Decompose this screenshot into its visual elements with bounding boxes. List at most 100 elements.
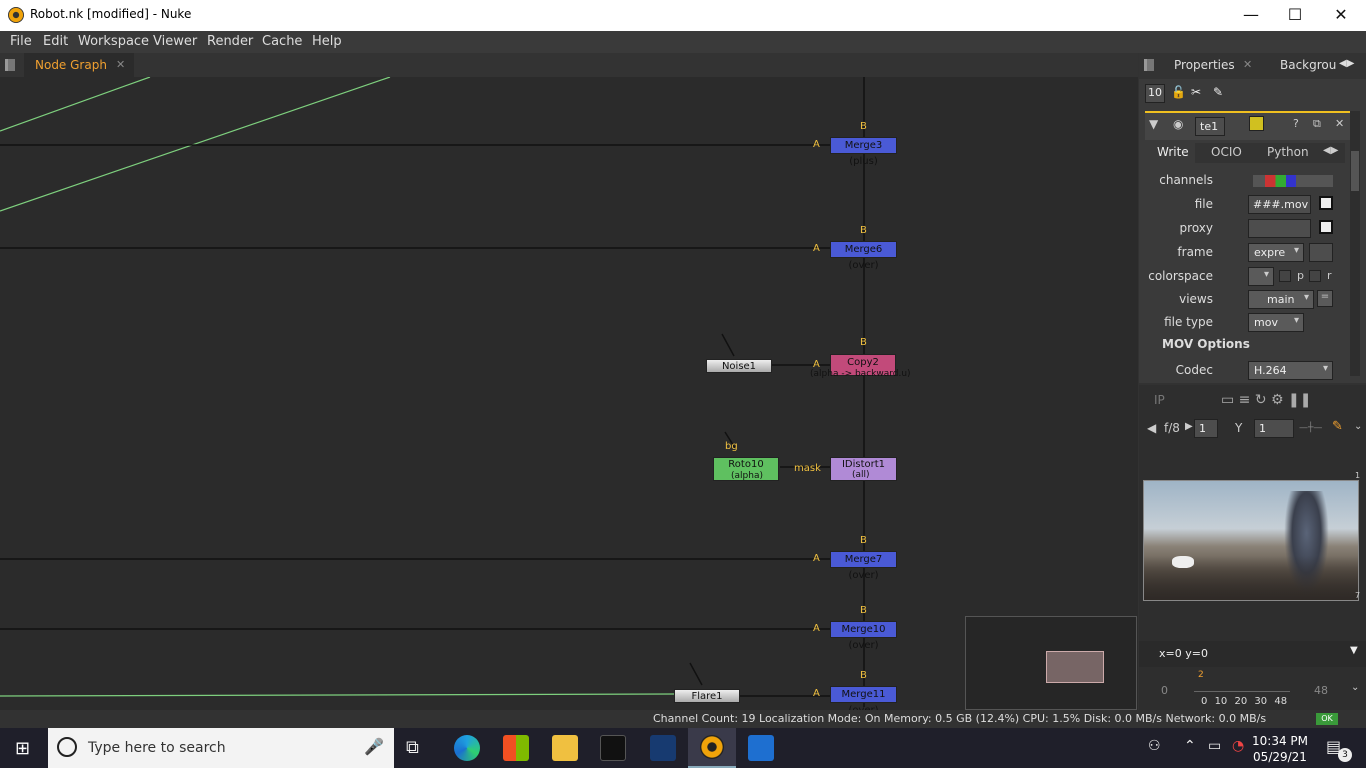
tab-background[interactable]: Backgrou [1280,58,1336,72]
menu-workspace[interactable]: Workspace [78,34,149,49]
colorspace-dropdown[interactable] [1248,267,1274,286]
menu-viewer[interactable]: Viewer [153,34,197,49]
timeline-ruler[interactable]: 2 [1194,670,1290,692]
file-type-dropdown[interactable]: mov [1248,313,1304,332]
menu-cache[interactable]: Cache [262,34,302,49]
tab-scroll-arrows-icon[interactable]: ◀▶ [1339,58,1354,69]
store-icon[interactable] [503,735,529,761]
file-input[interactable]: ###.mov [1248,195,1311,214]
clock-time[interactable]: 10:34 PM [1250,734,1310,748]
tab-write[interactable]: Write [1145,143,1195,163]
tab-properties[interactable]: Properties [1174,58,1235,72]
close-button[interactable]: ✕ [1326,4,1356,26]
collapse-icon[interactable]: ▼ [1149,117,1158,131]
frame-a-field[interactable]: 1 [1194,419,1218,438]
menu-render[interactable]: Render [207,34,253,49]
properties-scrollbar[interactable] [1350,111,1360,376]
tab-close-icon[interactable]: ✕ [1243,58,1252,71]
tab-close-icon[interactable]: ✕ [116,58,125,71]
input-b-label: B [860,121,867,132]
frame-b-field[interactable]: 1 [1254,419,1294,438]
colorspace-r-checkbox[interactable] [1309,270,1321,282]
tray-chevron-icon[interactable]: ⌃ [1184,738,1196,754]
media-app-icon[interactable] [748,735,774,761]
views-split-button[interactable]: = [1317,290,1333,307]
terminal-icon[interactable] [600,735,626,761]
properties-scroll-thumb[interactable] [1351,151,1359,191]
color-picker-icon[interactable]: ✎ [1332,419,1343,434]
viewer-toggle-icon[interactable]: ◉ [1173,117,1183,131]
maximize-button[interactable]: ☐ [1280,4,1310,26]
viewer-more-icon[interactable]: ⌄ [1354,421,1362,432]
help-icon[interactable]: ? [1293,117,1299,130]
input-a-label: A [813,623,820,634]
node-merge10[interactable]: Merge10 (over) [830,621,897,651]
subtab-scroll-icon[interactable]: ◀▶ [1323,145,1338,156]
node-merge11[interactable]: Merge11 (over) [830,686,897,710]
timeline-start[interactable]: 0 [1161,684,1168,697]
frame-input[interactable] [1309,243,1333,262]
fstop-label[interactable]: f/8 [1164,421,1180,435]
network-icon[interactable]: ◔ [1232,738,1244,754]
taskbar-search[interactable]: Type here to search 🎤 [48,728,394,768]
colorspace-p-checkbox[interactable] [1279,270,1291,282]
frame-dropdown[interactable]: expre [1248,243,1304,262]
battery-icon[interactable]: ▭ [1208,738,1221,754]
start-icon[interactable]: ⊞ [15,738,30,759]
edge-icon[interactable] [454,735,480,761]
proxy-browse-icon[interactable] [1319,220,1333,234]
colorspace-label: colorspace [1148,269,1213,283]
panel-grip-icon[interactable] [5,59,15,71]
node-merge6[interactable]: Merge6 (over) [830,241,897,271]
lock-icon[interactable]: 🔓 [1171,85,1186,99]
timeline-end[interactable]: 48 [1314,684,1328,697]
node-name-field[interactable]: te1 [1195,117,1225,136]
edit-icon[interactable]: ✎ [1213,85,1223,99]
codec-dropdown[interactable]: H.264 [1248,361,1333,380]
menu-edit[interactable]: Edit [43,34,68,49]
proxy-input[interactable] [1248,219,1311,238]
viewer-toolbar-icons[interactable]: ▭ ≡ ↻ ⚙ ❚❚ [1221,392,1312,408]
minimize-button[interactable]: — [1236,4,1266,26]
input-process-toggle[interactable]: IP [1154,393,1165,407]
current-frame-marker[interactable]: 2 [1198,670,1204,680]
task-view-icon[interactable]: ⧉ [406,737,419,758]
node-flare1[interactable]: Flare1 [674,689,740,703]
info-dropdown-icon[interactable]: ▼ [1350,645,1358,656]
node-color-icon[interactable] [1249,116,1264,131]
gain-slider[interactable]: —┼— [1299,423,1322,433]
clear-panels-icon[interactable]: ✂ [1191,85,1201,99]
node-idistort1-sublabel: (all) [852,470,870,480]
tab-node-graph[interactable]: Node Graph ✕ [24,53,134,77]
prev-icon[interactable]: ◀ [1147,421,1156,435]
channels-selector[interactable] [1253,175,1333,187]
node-merge3[interactable]: Merge3 (plus) [830,137,897,167]
panel-grip-icon[interactable] [1144,59,1154,71]
tab-ocio[interactable]: OCIO [1211,145,1242,159]
node-merge7[interactable]: Merge7 (over) [830,551,897,581]
menu-file[interactable]: File [10,34,32,49]
next-icon[interactable]: ▶ [1185,421,1193,432]
views-dropdown[interactable]: main [1248,290,1314,309]
menu-help[interactable]: Help [312,34,342,49]
frame-label: frame [1177,245,1213,259]
node-graph-canvas[interactable]: Merge3 (plus) Merge6 (over) Copy2 (alpha… [0,77,1138,710]
node-noise1[interactable]: Noise1 [706,359,772,373]
viewer-image[interactable] [1143,480,1359,601]
file-explorer-icon[interactable] [552,735,578,761]
tab-python[interactable]: Python [1267,145,1309,159]
properties-panel: Properties ✕ Backgrou ◀▶ 10 🔓 ✂ ✎ ▼ ◉ te… [1139,53,1366,383]
float-icon[interactable]: ⧉ [1313,117,1321,131]
close-node-icon[interactable]: ✕ [1335,117,1344,130]
clock-date[interactable]: 05/29/21 [1250,750,1310,764]
minimap-viewport[interactable] [1046,651,1104,683]
input-a-label: A [813,688,820,699]
timeline-more-icon[interactable]: ⌄ [1351,682,1359,693]
file-browse-icon[interactable] [1319,196,1333,210]
graph-minimap[interactable] [965,616,1137,710]
powershell-icon[interactable] [650,735,676,761]
microphone-icon[interactable]: 🎤 [364,737,384,756]
max-panels-field[interactable]: 10 [1145,84,1165,103]
nuke-taskbar-item[interactable] [688,728,736,768]
people-icon[interactable]: ⚇ [1148,738,1161,754]
